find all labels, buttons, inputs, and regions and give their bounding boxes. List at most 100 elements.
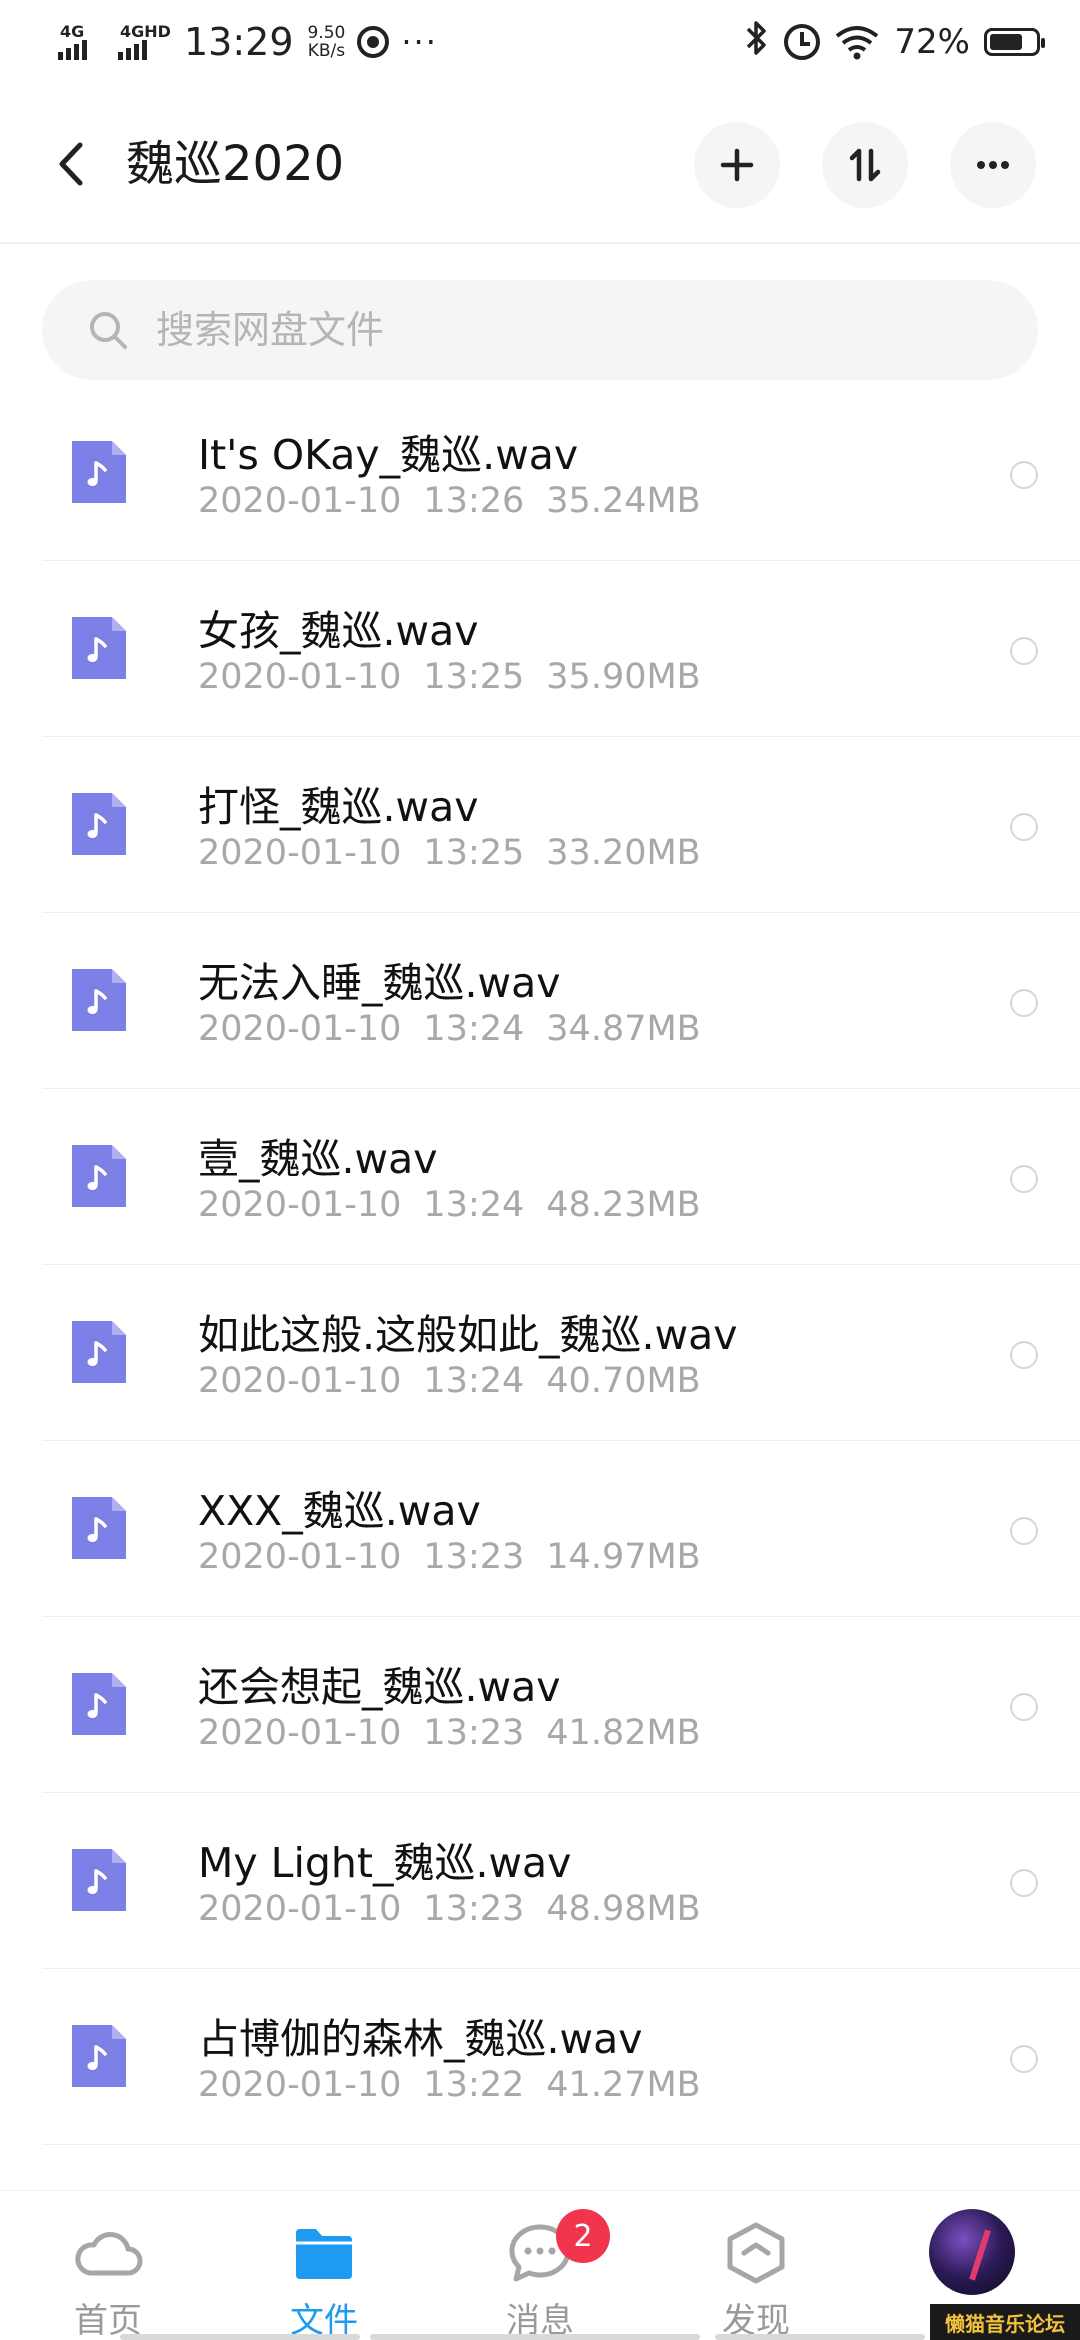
status-more: ··· [401,23,438,61]
music-file-icon [72,441,126,503]
file-size: 35.24MB [546,481,701,521]
search-input[interactable] [156,308,856,352]
file-size: 48.23MB [546,1185,701,1225]
file-date: 2020-01-10 [198,481,402,521]
status-right: 72% [744,18,1045,66]
more-icon [977,161,1009,169]
select-checkbox[interactable] [1010,637,1038,665]
back-button[interactable] [48,134,92,194]
file-size: 34.87MB [546,1009,701,1049]
select-checkbox[interactable] [1010,813,1038,841]
file-meta: 2020-01-10 13:23 41.82MB [198,1713,723,1753]
file-row[interactable]: 壹_魏巡.wav 2020-01-10 13:24 48.23MB [42,1089,1080,1265]
avatar[interactable] [929,2209,1015,2295]
file-time: 13:25 [423,657,525,697]
nav-item-messages[interactable]: 2 消息 [432,2191,648,2340]
nav-item-home[interactable]: 首页 [0,2191,216,2340]
file-list: It's OKay_魏巡.wav 2020-01-10 13:26 35.24MB … [0,385,1080,2145]
file-time: 13:24 [423,1361,525,1401]
nav-item-files[interactable]: 文件 [216,2191,432,2340]
sort-icon [849,148,881,182]
file-date: 2020-01-10 [198,1889,402,1929]
file-row[interactable]: 无法入睡_魏巡.wav 2020-01-10 13:24 34.87MB [42,913,1080,1089]
file-date: 2020-01-10 [198,1537,402,1577]
file-name: 打怪_魏巡.wav [198,783,479,831]
bluetooth-icon [744,19,770,66]
nav-label-discover: 发现 [722,2301,790,2340]
select-checkbox[interactable] [1010,1165,1038,1193]
file-time: 13:26 [423,481,525,521]
nav-label-home: 首页 [74,2301,142,2340]
file-time: 13:23 [423,1537,525,1577]
file-row[interactable]: 占博伽的森林_魏巡.wav 2020-01-10 13:22 41.27MB [42,1969,1080,2145]
status-bar: 4G 4GHD 13:29 9.50 KB/s ··· 72% [0,0,1080,84]
more-button[interactable] [950,122,1036,208]
nav-label-messages: 消息 [506,2301,574,2340]
file-date: 2020-01-10 [198,2065,402,2105]
file-date: 2020-01-10 [198,1713,402,1753]
file-row[interactable]: XXX_魏巡.wav 2020-01-10 13:23 14.97MB [42,1441,1080,1617]
file-meta: 2020-01-10 13:22 41.27MB [198,2065,723,2105]
nav-item-discover[interactable]: 发现 [648,2191,864,2340]
file-date: 2020-01-10 [198,657,402,697]
file-row[interactable]: 如此这般.这般如此_魏巡.wav 2020-01-10 13:24 40.70MB [42,1265,1080,1441]
messages-badge: 2 [556,2209,610,2263]
file-meta: 2020-01-10 13:24 40.70MB [198,1361,723,1401]
select-checkbox[interactable] [1010,1517,1038,1545]
file-meta: 2020-01-10 13:24 34.87MB [198,1009,723,1049]
file-name: XXX_魏巡.wav [198,1487,481,1535]
music-file-icon [72,1145,126,1207]
network-speed-unit: KB/s [307,41,346,61]
select-checkbox[interactable] [1010,1693,1038,1721]
music-file-icon [72,1849,126,1911]
music-file-icon [72,617,126,679]
music-file-icon [72,2025,126,2087]
gesture-bar-segment [120,2334,360,2340]
file-date: 2020-01-10 [198,1009,402,1049]
file-meta: 2020-01-10 13:24 48.23MB [198,1185,723,1225]
gesture-bar-segment [370,2334,700,2340]
file-date: 2020-01-10 [198,1361,402,1401]
file-row[interactable]: It's OKay_魏巡.wav 2020-01-10 13:26 35.24MB [42,385,1080,561]
file-name: It's OKay_魏巡.wav [198,431,579,479]
cloud-icon [75,2232,143,2276]
file-time: 13:24 [423,1009,525,1049]
file-size: 41.27MB [546,2065,701,2105]
discover-icon [727,2222,785,2284]
screen: 4G 4GHD 13:29 9.50 KB/s ··· 72% 魏巡2020 搜… [0,0,1080,2340]
folder-icon [296,2229,352,2279]
music-file-icon [72,969,126,1031]
select-checkbox[interactable] [1010,1341,1038,1369]
file-time: 13:23 [423,1889,525,1929]
file-size: 40.70MB [546,1361,701,1401]
search-bar[interactable] [42,280,1038,380]
file-date: 2020-01-10 [198,1185,402,1225]
network-speed-value: 9.50 [307,23,346,43]
select-checkbox[interactable] [1010,989,1038,1017]
sort-button[interactable] [822,122,908,208]
file-name: 如此这般.这般如此_魏巡.wav [198,1311,738,1359]
file-row[interactable]: 女孩_魏巡.wav 2020-01-10 13:25 35.90MB [42,561,1080,737]
file-meta: 2020-01-10 13:23 14.97MB [198,1537,723,1577]
signal-sim1-icon: 4G [58,22,106,62]
network-speed: 9.50 KB/s [308,24,346,60]
file-row[interactable]: 还会想起_魏巡.wav 2020-01-10 13:23 41.82MB [42,1617,1080,1793]
music-file-icon [72,1321,126,1383]
file-row[interactable]: 打怪_魏巡.wav 2020-01-10 13:25 33.20MB [42,737,1080,913]
file-row[interactable]: My Light_魏巡.wav 2020-01-10 13:23 48.98MB [42,1793,1080,1969]
select-checkbox[interactable] [1010,2045,1038,2073]
file-meta: 2020-01-10 13:23 48.98MB [198,1889,723,1929]
add-button[interactable] [694,122,780,208]
file-meta: 2020-01-10 13:25 33.20MB [198,833,723,873]
file-time: 13:24 [423,1185,525,1225]
title-bar: 魏巡2020 [0,84,1080,244]
alarm-icon [784,24,821,60]
battery-fill [990,34,1022,50]
select-checkbox[interactable] [1010,1869,1038,1897]
battery-percent: 72% [894,22,970,62]
chevron-left-icon [59,142,83,186]
file-size: 33.20MB [546,833,701,873]
select-checkbox[interactable] [1010,461,1038,489]
file-time: 13:23 [423,1713,525,1753]
music-file-icon [72,793,126,855]
